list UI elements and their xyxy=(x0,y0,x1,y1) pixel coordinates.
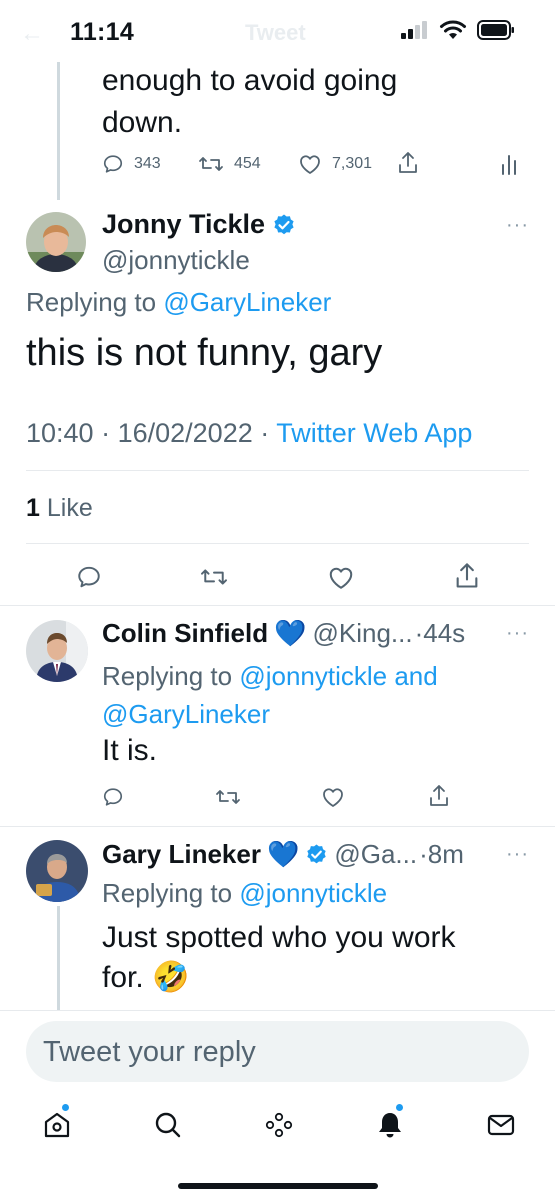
divider xyxy=(0,1010,555,1011)
search-icon xyxy=(155,1112,181,1138)
status-icons xyxy=(401,20,515,40)
home-icon xyxy=(44,1112,70,1138)
share-icon xyxy=(430,785,448,806)
replying-to-line: Replying to @jonnytickle and @GaryLineke… xyxy=(102,657,438,733)
retweet-button[interactable] xyxy=(215,786,241,808)
handle[interactable]: @jonnytickle xyxy=(102,245,250,276)
replying-to-line: Replying to @GaryLineker xyxy=(26,287,332,317)
replying-to-link[interactable]: @GaryLineker xyxy=(163,287,331,317)
heart-icon xyxy=(300,155,320,174)
tweet-date: 16/02/2022 xyxy=(117,418,253,448)
analytics-icon xyxy=(502,155,516,175)
verified-badge-icon xyxy=(307,844,327,864)
share-icon xyxy=(399,152,417,173)
share-button[interactable] xyxy=(454,562,480,590)
thread-line xyxy=(57,906,60,1010)
replying-to-link[interactable]: @GaryLineker xyxy=(102,695,438,733)
reply-icon xyxy=(78,566,100,588)
tab-messages[interactable] xyxy=(486,1110,516,1145)
retweet-action[interactable]: 454 xyxy=(198,153,261,175)
share-button[interactable] xyxy=(428,784,450,808)
tweet-source[interactable]: Twitter Web App xyxy=(276,418,472,448)
divider xyxy=(0,826,555,827)
share-action[interactable] xyxy=(397,151,419,175)
tab-spaces[interactable] xyxy=(263,1110,295,1145)
divider xyxy=(0,605,555,606)
more-options-icon[interactable]: ··· xyxy=(506,843,529,866)
notifications-icon xyxy=(379,1113,401,1138)
home-indicator[interactable] xyxy=(178,1183,378,1189)
more-options-icon[interactable]: ··· xyxy=(506,622,529,645)
reply-action[interactable]: 343 xyxy=(102,153,161,175)
tweet-text: It is. xyxy=(102,734,158,767)
retweet-icon xyxy=(216,790,240,804)
status-time: 11:14 xyxy=(70,18,135,46)
like-count: 7,301 xyxy=(332,155,373,172)
reply-button[interactable] xyxy=(76,564,102,590)
replying-to-link[interactable]: @jonnytickle and xyxy=(239,661,437,691)
tab-home[interactable] xyxy=(42,1110,72,1145)
messages-icon xyxy=(487,1114,515,1136)
display-name[interactable]: Jonny Tickle xyxy=(102,209,265,240)
reply-composer-placeholder: Tweet your reply xyxy=(43,1036,256,1068)
blue-heart-icon: 💙 xyxy=(266,839,300,869)
tweet-text: this is not funny, gary xyxy=(26,332,383,374)
like-stats[interactable]: 1 Like xyxy=(26,494,93,523)
previous-tweet-text: enough to avoid going down. xyxy=(102,64,398,139)
cellular-signal-icon xyxy=(401,21,427,39)
header-title: Tweet xyxy=(245,20,306,45)
battery-icon xyxy=(477,20,514,40)
avatar[interactable] xyxy=(26,212,86,272)
avatar[interactable] xyxy=(26,620,88,682)
reply-icon xyxy=(103,788,123,806)
analytics-action[interactable] xyxy=(500,153,518,175)
reply-header: Colin Sinfield 💙 @King... ·44s xyxy=(102,618,465,649)
replying-to-line: Replying to @jonnytickle xyxy=(102,878,388,908)
reply-header: Gary Lineker 💙 @Ga... ·8m xyxy=(102,839,464,870)
back-arrow-icon[interactable]: ← xyxy=(20,20,44,48)
tab-notifications[interactable] xyxy=(375,1110,405,1145)
divider xyxy=(26,470,529,471)
timestamp: ·44s xyxy=(414,618,466,648)
tweet-meta: 10:40 · 16/02/2022 · Twitter Web App xyxy=(26,418,473,448)
avatar[interactable] xyxy=(26,840,88,902)
wifi-icon xyxy=(440,20,466,39)
retweet-icon xyxy=(201,569,227,585)
blue-heart-icon: 💙 xyxy=(274,618,307,648)
notifications-dot xyxy=(396,1104,403,1111)
like-button[interactable] xyxy=(327,565,355,590)
retweet-button[interactable] xyxy=(199,565,229,589)
tweet-text: Just spotted who you work for. 🤣 xyxy=(102,921,456,994)
like-button[interactable] xyxy=(321,786,345,808)
heart-icon xyxy=(329,567,353,589)
divider xyxy=(26,543,529,544)
share-icon xyxy=(456,563,478,588)
status-bar: ← Tweet 11:14 xyxy=(0,0,555,62)
handle[interactable]: @Ga... xyxy=(334,839,417,870)
spaces-icon xyxy=(265,1112,293,1138)
retweet-count: 454 xyxy=(234,155,261,172)
reply-composer-input[interactable]: Tweet your reply xyxy=(26,1021,529,1082)
tab-search[interactable] xyxy=(153,1110,183,1145)
timestamp: ·8m xyxy=(419,839,464,869)
display-name[interactable]: Gary Lineker xyxy=(102,839,261,870)
heart-icon xyxy=(323,788,343,807)
like-stat-count: 1 xyxy=(26,494,40,522)
display-name[interactable]: Colin Sinfield xyxy=(102,618,268,649)
like-action[interactable]: 7,301 xyxy=(298,153,372,175)
more-options-icon[interactable]: ··· xyxy=(506,214,529,237)
reply-button[interactable] xyxy=(102,786,124,808)
main-tweet-name-row: Jonny Tickle xyxy=(102,209,296,240)
home-notification-dot xyxy=(62,1104,69,1111)
thread-line-top xyxy=(57,60,60,200)
verified-badge-icon xyxy=(274,214,294,234)
reply-count: 343 xyxy=(134,155,161,172)
replying-to-link[interactable]: @jonnytickle xyxy=(239,878,387,908)
tweet-time: 10:40 xyxy=(26,418,94,448)
retweet-icon xyxy=(199,157,223,171)
reply-icon xyxy=(103,155,123,173)
like-stat-label: Like xyxy=(46,494,93,522)
handle[interactable]: @King... xyxy=(312,618,412,649)
